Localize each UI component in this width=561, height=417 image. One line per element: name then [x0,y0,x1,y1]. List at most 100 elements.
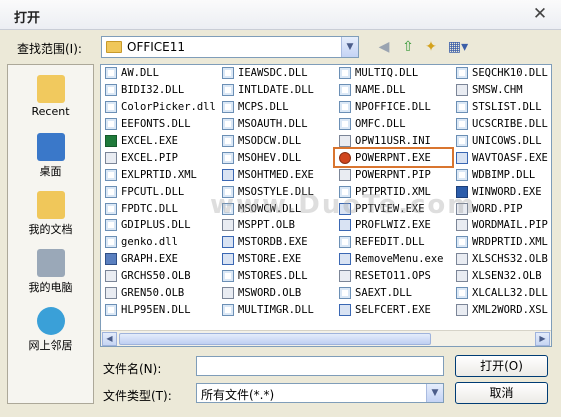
file-name: genko.dll [121,236,178,249]
file-name: REFEDIT.DLL [355,236,425,249]
file-item[interactable]: GREN50.OLB [101,285,218,302]
file-item[interactable]: GRCHS50.OLB [101,268,218,285]
cancel-button[interactable]: 取消 [455,382,548,404]
file-item[interactable]: SEQCHK10.DLL [452,65,551,82]
file-item[interactable]: WAVTOASF.EXE [452,149,551,166]
file-item[interactable]: MCPS.DLL [218,99,335,116]
scroll-right-icon[interactable]: ▶ [535,332,550,346]
close-button[interactable]: ✕ [531,5,549,23]
file-item[interactable]: EEFONTS.DLL [101,116,218,133]
file-name: MSOHTMED.EXE [238,168,314,181]
scroll-thumb[interactable] [119,333,431,345]
exe-file-icon [339,303,351,316]
file-item[interactable]: IEAWSDC.DLL [218,65,335,82]
place-my-documents[interactable]: 我的文档 [8,187,93,243]
up-folder-icon[interactable]: ⇧ [399,38,417,56]
exe-file-icon [339,219,351,232]
file-name: UNICOWS.DLL [472,135,542,147]
lookin-dropdown[interactable]: OFFICE11 ▼ [101,36,359,58]
dll-file-icon [339,84,351,97]
dll-file-icon [105,101,117,114]
file-item[interactable]: WDBIMP.DLL [452,166,551,183]
file-item[interactable]: MSTORES.DLL [218,268,335,285]
file-item[interactable]: UNICOWS.DLL [452,133,551,150]
filetype-dropdown[interactable]: 所有文件(*.*) ▼ [196,383,444,403]
file-item[interactable]: OMFC.DLL [335,116,452,133]
place-desktop[interactable]: 桌面 [8,129,93,185]
file-item[interactable]: MSWORD.OLB [218,285,335,302]
file-item[interactable]: NPOFFICE.DLL [335,99,452,116]
file-item[interactable]: MULTIQ.DLL [335,65,452,82]
file-item[interactable]: GRAPH.EXE [101,251,218,268]
file-item[interactable]: INTLDATE.DLL [218,82,335,99]
places-bar: Recent 桌面 我的文档 我的电脑 网上邻居 [7,64,94,404]
place-network[interactable]: 网上邻居 [8,303,93,359]
file-item[interactable]: XLSEN32.OLB [452,268,551,285]
file-item[interactable]: AW.DLL [101,65,218,82]
file-item[interactable]: WRDPRTID.XML [452,234,551,251]
file-item[interactable]: EXLPRTID.XML [101,166,218,183]
dll-file-icon [105,118,117,131]
file-item[interactable]: MSOHTMED.EXE [218,166,335,183]
place-my-computer[interactable]: 我的电脑 [8,245,93,301]
file-item[interactable]: HLP95EN.DLL [101,301,218,318]
scroll-left-icon[interactable]: ◀ [102,332,117,346]
dll-file-icon [222,84,234,97]
dll-file-icon [456,168,468,181]
file-item[interactable]: RESETO11.OPS [335,268,452,285]
olb-file-icon [222,219,234,232]
chevron-down-icon[interactable]: ▼ [341,37,358,57]
file-item[interactable]: MSOHEV.DLL [218,149,335,166]
place-label: 网上邻居 [28,339,73,352]
file-item[interactable]: MSODCW.DLL [218,133,335,150]
horizontal-scrollbar[interactable]: ◀ ▶ [101,330,551,346]
file-name: SMSW.CHM [472,84,523,97]
file-item[interactable]: MSTORE.EXE [218,251,335,268]
file-item[interactable]: SAEXT.DLL [335,285,452,302]
dll-file-icon [456,135,468,147]
recent-icon [36,75,65,103]
view-menu-icon[interactable]: ▦▾ [446,38,470,56]
file-item[interactable]: GDIPLUS.DLL [101,217,218,234]
back-icon[interactable]: ◀ [375,38,393,56]
file-item[interactable]: XLCALL32.DLL [452,285,551,302]
file-item[interactable]: POWERPNT.PIP [335,166,452,183]
file-item[interactable]: FPDTC.DLL [101,200,218,217]
file-item[interactable]: POWERPNT.EXE [333,147,454,169]
file-item[interactable]: EXCEL.EXE [101,133,218,150]
file-item[interactable]: RemoveMenu.exe [335,251,452,268]
file-name: POWERPNT.EXE [355,151,431,164]
file-name: STSLIST.DLL [472,101,542,114]
dll-file-icon [339,287,351,300]
file-item[interactable]: STSLIST.DLL [452,99,551,116]
dll-file-icon [105,67,117,80]
chevron-down-icon[interactable]: ▼ [426,384,443,402]
file-item[interactable]: genko.dll [101,234,218,251]
file-item[interactable]: MSTORDB.EXE [218,234,335,251]
file-item[interactable]: UCSCRIBE.DLL [452,116,551,133]
lookin-label: 查找范围(I): [17,42,82,56]
file-name: WDBIMP.DLL [472,168,536,181]
olb-file-icon [339,270,351,283]
filename-field[interactable] [196,356,444,376]
file-name: FPDTC.DLL [121,202,178,215]
new-folder-icon[interactable]: ✦ [422,38,440,56]
file-item[interactable]: EXCEL.PIP [101,149,218,166]
file-item[interactable]: SMSW.CHM [452,82,551,99]
file-item[interactable]: XML2WORD.XSL [452,301,551,318]
file-item[interactable]: NAME.DLL [335,82,452,99]
file-item[interactable]: XLSCHS32.OLB [452,251,551,268]
place-recent[interactable]: Recent [8,71,93,127]
file-item[interactable]: OPW11USR.INI [335,133,452,150]
file-item[interactable]: BIDI32.DLL [101,82,218,99]
file-item[interactable]: MSOAUTH.DLL [218,116,335,133]
open-button[interactable]: 打开(O) [455,355,548,377]
file-item[interactable]: REFEDIT.DLL [335,234,452,251]
file-item[interactable]: FPCUTL.DLL [101,183,218,200]
file-item[interactable]: SELFCERT.EXE [335,301,452,318]
file-item[interactable]: MULTIMGR.DLL [218,301,335,318]
dll-file-icon [456,118,468,131]
file-item[interactable]: ColorPicker.dll [101,99,218,116]
file-name: WORD.PIP [472,202,523,215]
file-name: MULTIQ.DLL [355,67,419,80]
